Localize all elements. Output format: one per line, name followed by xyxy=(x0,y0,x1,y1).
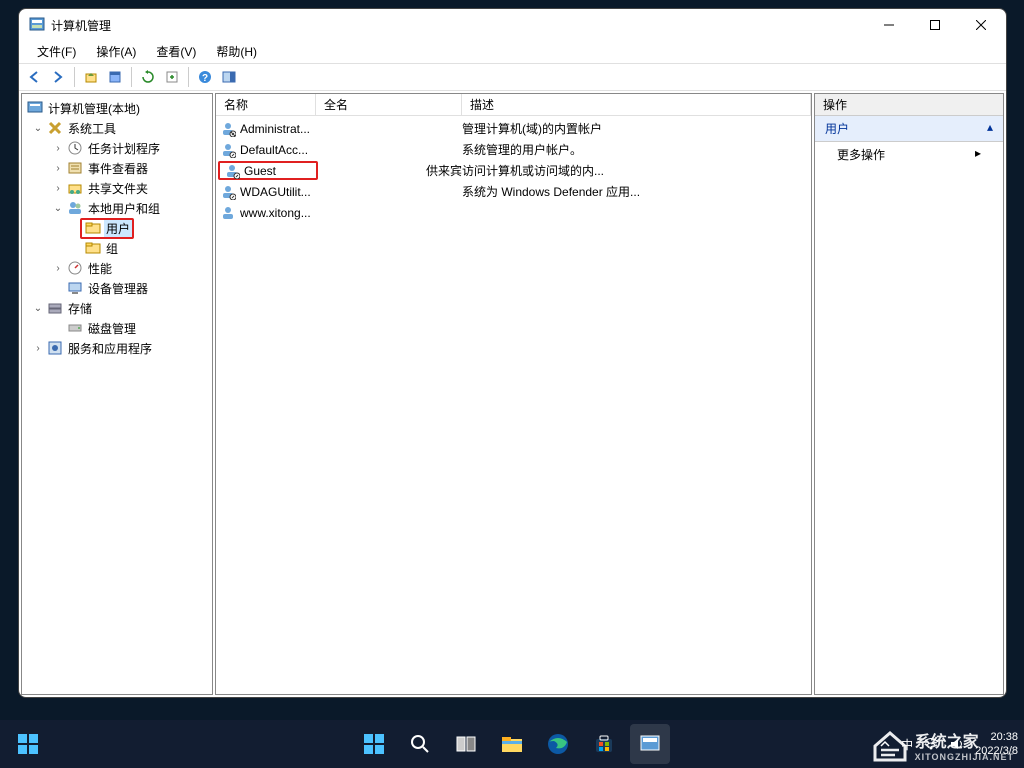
list-item[interactable]: Administrat... 管理计算机(域)的内置帐户 xyxy=(216,118,811,139)
toolbar-separator xyxy=(131,67,132,87)
svg-text:?: ? xyxy=(202,73,208,84)
app-icon xyxy=(29,17,45,33)
computer-icon xyxy=(27,100,43,116)
expand-icon[interactable]: › xyxy=(32,343,44,354)
users-icon xyxy=(67,200,83,216)
list-item[interactable]: www.xitong... xyxy=(216,202,811,223)
expand-icon[interactable]: › xyxy=(52,263,64,274)
search-button[interactable] xyxy=(400,724,440,764)
titlebar[interactable]: 计算机管理 xyxy=(19,9,1006,41)
refresh-button[interactable] xyxy=(137,66,159,88)
start-button-center[interactable] xyxy=(354,724,394,764)
tree-groups[interactable]: 组 xyxy=(24,238,210,258)
device-icon xyxy=(67,280,83,296)
up-button[interactable] xyxy=(80,66,102,88)
store-button[interactable] xyxy=(584,724,624,764)
start-button[interactable] xyxy=(8,724,48,764)
minimize-button[interactable] xyxy=(866,10,912,40)
clock-icon xyxy=(67,140,83,156)
user-disabled-icon xyxy=(224,163,240,179)
col-name[interactable]: 名称 xyxy=(216,94,316,115)
menu-view[interactable]: 查看(V) xyxy=(146,41,206,63)
menu-file[interactable]: 文件(F) xyxy=(27,41,86,63)
taskbar[interactable]: 中 20:38 2022/3/8 xyxy=(0,720,1024,768)
menu-help[interactable]: 帮助(H) xyxy=(206,41,267,63)
disk-icon xyxy=(67,320,83,336)
toolbar-separator xyxy=(74,67,75,87)
tree-disk-management[interactable]: 磁盘管理 xyxy=(24,318,210,338)
perf-icon xyxy=(67,260,83,276)
user-list-pane: 名称 全名 描述 Administrat... 管理计算机(域)的内置帐户 De… xyxy=(215,93,812,695)
tree-users[interactable]: 用户 xyxy=(24,218,210,238)
export-button[interactable] xyxy=(161,66,183,88)
toolbar: ? xyxy=(19,63,1006,91)
compmgmt-button[interactable] xyxy=(630,724,670,764)
list-item[interactable]: Guest 供来宾访问计算机或访问域的内... xyxy=(216,160,811,181)
tree-root[interactable]: 计算机管理(本地) xyxy=(24,98,210,118)
close-button[interactable] xyxy=(958,10,1004,40)
user-disabled-icon xyxy=(220,121,236,137)
tree-event-viewer[interactable]: › 事件查看器 xyxy=(24,158,210,178)
properties-button[interactable] xyxy=(104,66,126,88)
help-button[interactable]: ? xyxy=(194,66,216,88)
toolbar-separator xyxy=(188,67,189,87)
back-button[interactable] xyxy=(23,66,45,88)
tools-icon xyxy=(47,120,63,136)
collapse-icon[interactable]: ⌄ xyxy=(52,203,64,214)
tree-system-tools[interactable]: ⌄ 系统工具 xyxy=(24,118,210,138)
user-disabled-icon xyxy=(220,142,236,158)
chevron-right-icon: ▸ xyxy=(975,146,981,163)
col-fullname[interactable]: 全名 xyxy=(316,94,462,115)
collapse-icon[interactable]: ▴ xyxy=(987,120,993,137)
collapse-icon[interactable]: ⌄ xyxy=(32,303,44,314)
menubar: 文件(F) 操作(A) 查看(V) 帮助(H) xyxy=(19,41,1006,63)
taskview-button[interactable] xyxy=(446,724,486,764)
user-list[interactable]: Administrat... 管理计算机(域)的内置帐户 DefaultAcc.… xyxy=(216,116,811,694)
desktop-edge xyxy=(0,200,18,380)
expand-icon[interactable]: ⌄ xyxy=(32,123,44,134)
event-icon xyxy=(67,160,83,176)
show-hide-button[interactable] xyxy=(218,66,240,88)
actions-pane: 操作 用户 ▴ 更多操作 ▸ xyxy=(814,93,1004,695)
folder-icon xyxy=(85,220,101,236)
action-more[interactable]: 更多操作 ▸ xyxy=(815,142,1003,167)
clock[interactable]: 20:38 2022/3/8 xyxy=(975,730,1018,758)
actions-section[interactable]: 用户 ▴ xyxy=(815,116,1003,142)
edge-button[interactable] xyxy=(538,724,578,764)
maximize-button[interactable] xyxy=(912,10,958,40)
tree-task-scheduler[interactable]: › 任务计划程序 xyxy=(24,138,210,158)
forward-button[interactable] xyxy=(47,66,69,88)
expand-icon[interactable]: › xyxy=(52,163,64,174)
shared-icon xyxy=(67,180,83,196)
expand-icon[interactable]: › xyxy=(52,183,64,194)
ime-icon[interactable]: 中 xyxy=(901,736,913,753)
navigation-tree[interactable]: 计算机管理(本地) ⌄ 系统工具 › 任务计划程序 › 事件查看器 › 共享文件… xyxy=(21,93,213,695)
tree-performance[interactable]: › 性能 xyxy=(24,258,210,278)
tray-chevron-icon[interactable] xyxy=(879,738,891,750)
menu-action[interactable]: 操作(A) xyxy=(86,41,146,63)
expand-icon[interactable]: › xyxy=(52,143,64,154)
content-area: 计算机管理(本地) ⌄ 系统工具 › 任务计划程序 › 事件查看器 › 共享文件… xyxy=(19,91,1006,697)
system-tray[interactable]: 中 20:38 2022/3/8 xyxy=(879,730,1018,758)
col-desc[interactable]: 描述 xyxy=(462,94,811,115)
volume-icon[interactable] xyxy=(949,737,965,751)
computer-management-window: 计算机管理 文件(F) 操作(A) 查看(V) 帮助(H) ? 计算机管理(本地… xyxy=(18,8,1007,698)
tree-services-apps[interactable]: › 服务和应用程序 xyxy=(24,338,210,358)
list-item[interactable]: WDAGUtilit... 系统为 Windows Defender 应用... xyxy=(216,181,811,202)
folder-icon xyxy=(85,240,101,256)
tree-device-manager[interactable]: 设备管理器 xyxy=(24,278,210,298)
window-title: 计算机管理 xyxy=(51,17,866,34)
user-disabled-icon xyxy=(220,184,236,200)
actions-header: 操作 xyxy=(815,94,1003,116)
storage-icon xyxy=(47,300,63,316)
wifi-icon[interactable] xyxy=(923,737,939,751)
tree-shared-folders[interactable]: › 共享文件夹 xyxy=(24,178,210,198)
tree-local-users-groups[interactable]: ⌄ 本地用户和组 xyxy=(24,198,210,218)
explorer-button[interactable] xyxy=(492,724,532,764)
list-header[interactable]: 名称 全名 描述 xyxy=(216,94,811,116)
user-icon xyxy=(220,205,236,221)
services-icon xyxy=(47,340,63,356)
tree-storage[interactable]: ⌄ 存储 xyxy=(24,298,210,318)
list-item[interactable]: DefaultAcc... 系统管理的用户帐户。 xyxy=(216,139,811,160)
